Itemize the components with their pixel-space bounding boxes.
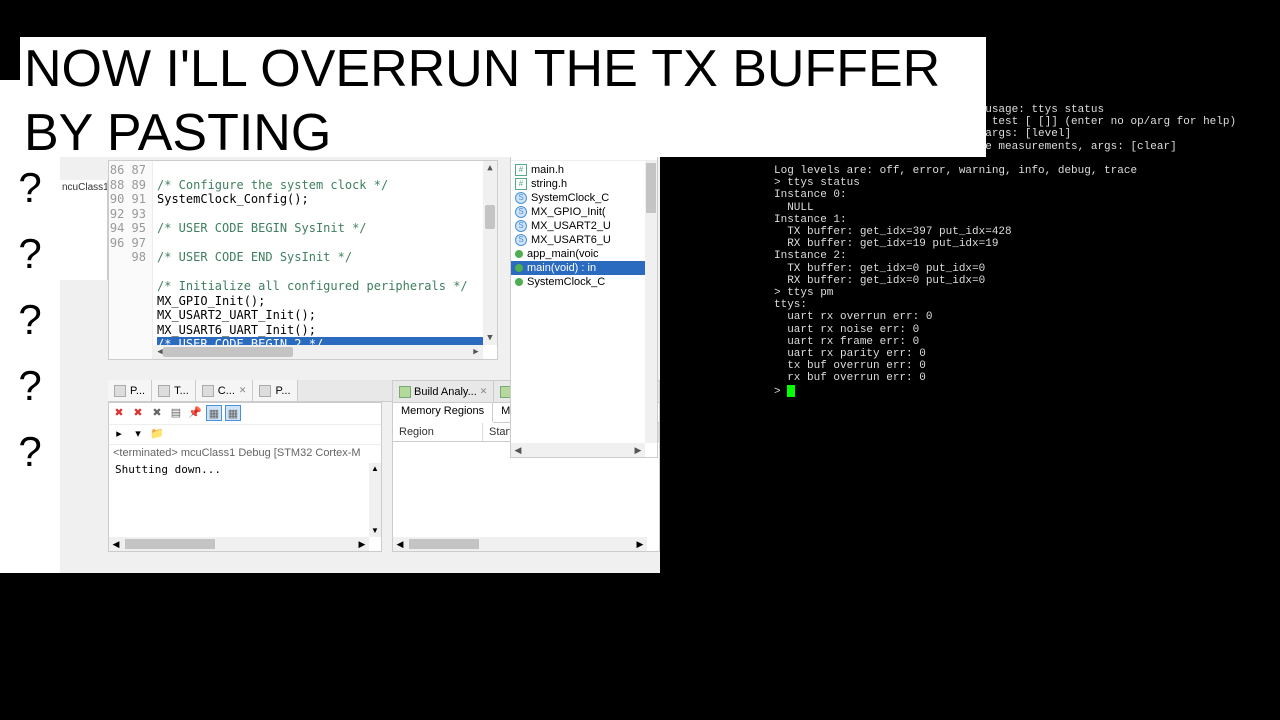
outline-item-label: string.h	[531, 178, 567, 190]
code-body[interactable]: /* Configure the system clock */ SystemC…	[157, 161, 483, 345]
tab-problems[interactable]: P...	[108, 380, 152, 401]
tab-properties[interactable]: P...	[253, 380, 297, 401]
scroll-down-icon[interactable]: ▼	[369, 525, 381, 537]
serial-terminal[interactable]: ttys status: Get module status, usage: t…	[660, 100, 1280, 573]
tab-label: T...	[174, 385, 189, 397]
editor-hscrollbar[interactable]: ◀ ▶	[153, 345, 483, 359]
subtab-memory-regions[interactable]: Memory Regions	[393, 403, 493, 423]
scroll-thumb[interactable]	[485, 205, 495, 229]
console-panel: ✖ ✖ ✖ ▤ 📌 ▦ ▦ ▸ ▾ 📁 <terminated> mcuClas…	[108, 402, 382, 552]
wrap-icon[interactable]: ▦	[225, 405, 241, 421]
console-output: Shutting down...	[109, 461, 381, 478]
scroll-up-icon[interactable]: ▲	[369, 463, 381, 475]
scroll-right-icon[interactable]: ▶	[633, 537, 647, 551]
console-title: <terminated> mcuClass1 Debug [STM32 Cort…	[109, 445, 381, 461]
outline-vscrollbar[interactable]	[645, 161, 657, 443]
outline-item[interactable]: main(void) : in	[511, 261, 657, 275]
tab-icon	[259, 385, 271, 397]
outline-panel: ⇅ ✦ ◐ ● # #main.h#string.hSSystemClock_C…	[510, 138, 658, 458]
outline-list: # main.h # string.h S SystemClock_C S MX_GPIO_I…	[511, 161, 657, 291]
tab-label: Build Analy...	[414, 386, 477, 398]
outline-item[interactable]: SystemClock_C	[511, 275, 657, 289]
line-number-gutter: 86 87 88 89 90 91 92 93 94 95 96 97 98	[109, 161, 153, 359]
function-icon: S	[515, 206, 527, 218]
include-icon: #	[515, 178, 527, 190]
tab-console[interactable]: C... ✕	[196, 380, 254, 401]
tab-label: C...	[218, 385, 235, 397]
outline-item-label: MX_USART6_U	[531, 234, 611, 246]
function-icon: S	[515, 220, 527, 232]
scroll-right-icon[interactable]: ▶	[469, 345, 483, 359]
close-icon[interactable]: ✕	[239, 385, 247, 396]
outline-item[interactable]: S MX_GPIO_Init(	[511, 205, 657, 219]
scroll-left-icon[interactable]: ◀	[393, 537, 407, 551]
build-hscrollbar[interactable]: ◀ ▶	[393, 537, 647, 551]
terminate-all-icon[interactable]: ✖	[130, 405, 146, 421]
outline-item[interactable]: app_main(voic	[511, 247, 657, 261]
scroll-right-icon[interactable]: ▶	[355, 537, 369, 551]
function-icon: S	[515, 234, 527, 246]
console-toolbar: ✖ ✖ ✖ ▤ 📌 ▦ ▦	[109, 403, 381, 425]
console-hscrollbar[interactable]: ◀ ▶	[109, 537, 369, 551]
outline-item-label: MX_GPIO_Init(	[531, 206, 606, 218]
console-vscrollbar[interactable]: ▲ ▼	[369, 463, 381, 537]
tab-build-analyzer[interactable]: Build Analy...✕	[393, 381, 494, 402]
terminal-cursor	[787, 385, 795, 397]
outline-item-label: MX_USART2_U	[531, 220, 611, 232]
outline-item-label: main.h	[531, 164, 564, 176]
method-icon	[515, 278, 523, 286]
outline-item-label: app_main(voic	[527, 248, 599, 260]
tab-icon	[158, 385, 170, 397]
clear-icon[interactable]: ▤	[168, 405, 184, 421]
caption-overlay: NOW I'LL OVERRUN THE TX BUFFER BY PASTIN…	[20, 37, 986, 157]
question-mark-icon: ?	[0, 362, 60, 410]
question-mark-icon: ?	[0, 164, 60, 212]
tree-item[interactable]: ncuClass1	[60, 180, 107, 195]
tab-icon	[202, 385, 214, 397]
scroll-thumb[interactable]	[409, 539, 479, 549]
method-icon	[515, 250, 523, 258]
outline-item[interactable]: S MX_USART2_U	[511, 219, 657, 233]
project-tree[interactable]: ncuClass1	[60, 180, 108, 280]
tab-icon	[114, 385, 126, 397]
scroll-down-icon[interactable]: ▼	[483, 331, 497, 345]
open-icon[interactable]: 📁	[149, 427, 165, 442]
tab-label: P...	[275, 385, 290, 397]
scroll-left-icon[interactable]: ◀	[511, 443, 525, 457]
tab-label: P...	[130, 385, 145, 397]
terminate-icon[interactable]: ✖	[111, 405, 127, 421]
scroll-up-icon[interactable]: ▲	[483, 161, 497, 175]
scroll-thumb[interactable]	[163, 347, 293, 357]
function-icon: S	[515, 192, 527, 204]
outline-hscrollbar[interactable]: ◀ ▶	[511, 443, 645, 457]
scroll-thumb[interactable]	[125, 539, 215, 549]
editor-vscrollbar[interactable]: ▲ ▼	[483, 161, 497, 345]
question-mark-icon: ?	[0, 230, 60, 278]
scroll-left-icon[interactable]: ◀	[109, 537, 123, 551]
close-icon[interactable]: ✕	[480, 386, 488, 397]
display-icon[interactable]: ▾	[130, 427, 146, 442]
question-mark-icon: ?	[0, 428, 60, 476]
chart-icon	[399, 386, 411, 398]
scroll-right-icon[interactable]: ▶	[631, 443, 645, 457]
code-editor[interactable]: 86 87 88 89 90 91 92 93 94 95 96 97 98 /…	[108, 160, 498, 360]
question-mark-icon: ?	[0, 296, 60, 344]
outline-item-label: SystemClock_C	[531, 192, 609, 204]
outline-item[interactable]: S SystemClock_C	[511, 191, 657, 205]
tab-tasks[interactable]: T...	[152, 380, 196, 401]
scroll-thumb[interactable]	[646, 163, 656, 213]
scroll-lock-icon[interactable]: ▦	[206, 405, 222, 421]
outline-item-label: main(void) : in	[527, 262, 596, 274]
outline-item-label: SystemClock_C	[527, 276, 605, 288]
pin-icon[interactable]: 📌	[187, 405, 203, 421]
new-console-icon[interactable]: ▸	[111, 427, 127, 442]
outline-item[interactable]: # main.h	[511, 163, 657, 177]
outline-item[interactable]: S MX_USART6_U	[511, 233, 657, 247]
col-region[interactable]: Region	[393, 423, 483, 441]
remove-icon[interactable]: ✖	[149, 405, 165, 421]
method-icon	[515, 264, 523, 272]
outline-item[interactable]: # string.h	[511, 177, 657, 191]
include-icon: #	[515, 164, 527, 176]
